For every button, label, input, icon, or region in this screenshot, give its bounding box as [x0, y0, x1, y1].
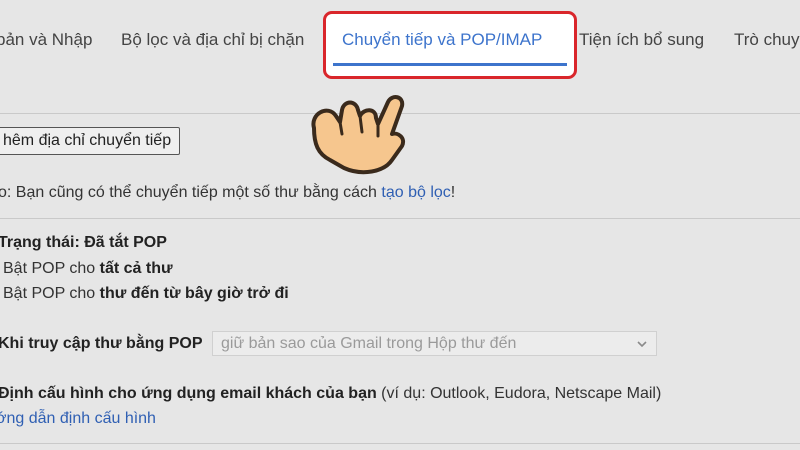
config-guide: ớng dẫn định cấu hình: [0, 410, 156, 428]
pop-access-label: Khi truy cập thư bằng POP: [0, 335, 203, 352]
pointing-hand-icon: [311, 95, 405, 175]
radio-label: Bật POP cho: [3, 285, 100, 302]
forwarding-tip: o: Bạn cũng có thể chuyển tiếp một số th…: [0, 184, 455, 202]
tab-filters[interactable]: Bộ lọc và địa chỉ bị chặn: [121, 30, 304, 50]
config-label: Định cấu hình cho ứng dụng email khách c…: [0, 385, 377, 402]
config-note: (ví dụ: Outlook, Eudora, Netscape Mail): [376, 385, 662, 402]
settings-tabs: bản và Nhập Bộ lọc và địa chỉ bị chặn Ch…: [0, 0, 800, 90]
tab-addons[interactable]: Tiện ích bổ sung: [579, 30, 704, 50]
pop-status: Trạng thái: Đã tắt POP: [0, 234, 167, 251]
tab-forwarding-pop-imap[interactable]: Chuyển tiếp và POP/IMAP: [342, 30, 542, 50]
tip-suffix: !: [450, 184, 456, 201]
tip-text: o: Bạn cũng có thể chuyển tiếp một số th…: [0, 184, 382, 201]
radio-label-bold: tất cả thư: [99, 260, 173, 277]
radio-label: Bật POP cho: [3, 260, 100, 277]
chevron-down-icon: [637, 341, 647, 348]
active-tab-underline: [333, 63, 567, 66]
create-filter-link[interactable]: tạo bộ lọc: [381, 184, 450, 201]
radio-enable-pop-new[interactable]: Bật POP cho thư đến từ bây giờ trở đi: [3, 285, 289, 303]
config-instructions-link[interactable]: ớng dẫn định cấu hình: [0, 410, 156, 427]
add-forwarding-address-button[interactable]: hêm địa chỉ chuyển tiếp: [0, 127, 181, 155]
tab-import[interactable]: bản và Nhập: [0, 30, 92, 50]
select-value: giữ bản sao của Gmail trong Hộp thư đến: [221, 335, 517, 352]
section-divider: [0, 218, 800, 219]
pop-access-select[interactable]: giữ bản sao của Gmail trong Hộp thư đến: [212, 331, 657, 356]
radio-label-bold: thư đến từ bây giờ trở đi: [99, 285, 289, 302]
section-divider: [0, 443, 800, 444]
radio-enable-pop-all[interactable]: Bật POP cho tất cả thư: [3, 260, 173, 278]
tab-chat[interactable]: Trò chuy: [734, 30, 800, 50]
client-config-text: Định cấu hình cho ứng dụng email khách c…: [0, 385, 661, 403]
